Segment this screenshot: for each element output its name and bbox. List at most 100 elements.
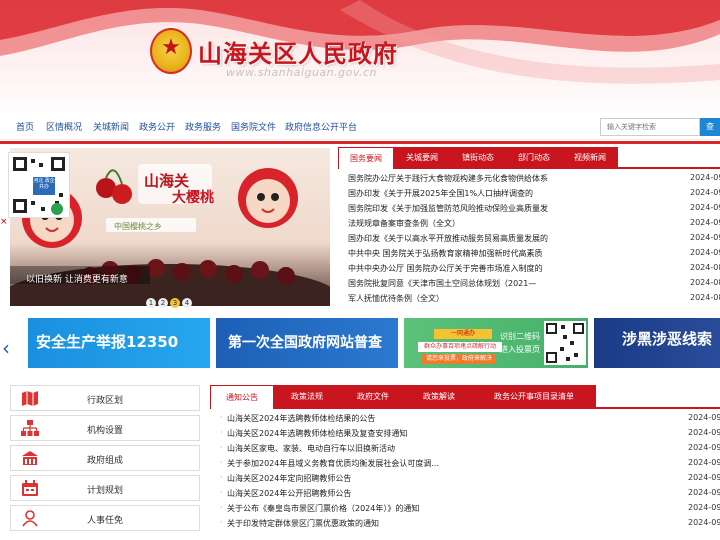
- qr-close-icon[interactable]: ×: [0, 217, 8, 227]
- tab-city-news[interactable]: 关城要闻: [394, 147, 450, 169]
- news-title[interactable]: 国务院办公厅关于践行大食物观构建多元化食物供给体系: [348, 173, 578, 184]
- news-date: 2024-09: [690, 173, 720, 182]
- page: 山海关区人民政府 www.shanhaiguan.gov.cn 首页 区情概况 …: [0, 0, 720, 540]
- notice-title[interactable]: 关于公布《秦皇岛市景区门票价格（2024年）》的通知: [227, 503, 607, 514]
- tab-policy-interpretation[interactable]: 政策解读: [406, 385, 472, 409]
- news-row[interactable]: 国务院办公厅关于践行大食物观构建多元化食物供给体系 2024-09: [348, 173, 720, 188]
- slide-dot[interactable]: 2: [158, 298, 168, 308]
- slide-dot[interactable]: 1: [146, 298, 156, 308]
- notice-row[interactable]: · 山海关区2024年选聘教师体检结果及复查安排通知 2024-09-: [220, 428, 720, 443]
- notice-row[interactable]: · 山海关区家电、家装、电动自行车以旧换新活动 2024-09-: [220, 443, 720, 458]
- main-nav: 首页 区情概况 关城新闻 政务公开 政务服务 国务院文件 政府信息公开平台 查: [0, 114, 720, 140]
- slide-text-3: 中国樱桃之乡: [114, 221, 162, 231]
- notice-title[interactable]: 山海关区2024年选聘教师体检结果及复查安排通知: [227, 428, 607, 439]
- news-date: 2024-09: [690, 218, 720, 227]
- news-date: 2024-09: [690, 188, 720, 197]
- promo-safety-report[interactable]: 安全生产举报12350: [28, 318, 210, 368]
- notice-date: 2024-09-: [688, 458, 720, 467]
- news-title[interactable]: 中共中央办公厅 国务院办公厅关于完善市场准入制度的: [348, 263, 578, 274]
- promo-voting[interactable]: 一网通办 群众办事百项堵点疏解行动 请您来投票，政府来解决 识别二维码 进入投票…: [404, 318, 588, 368]
- nav-item-home[interactable]: 首页: [16, 120, 34, 133]
- bullet-icon: ·: [220, 458, 223, 467]
- news-title[interactable]: 军人抚恤优待条例（全文）: [348, 293, 578, 304]
- news-title[interactable]: 国务院印发《关于加强监管防范风险推动保险业高质量发: [348, 203, 578, 214]
- promo-anti-gang-clues[interactable]: 涉黑涉恶线索: [594, 318, 720, 368]
- header-banner: 山海关区人民政府 www.shanhaiguan.gov.cn: [0, 0, 720, 114]
- notice-title[interactable]: 山海关区2024年公开招聘教师公告: [227, 488, 607, 499]
- notice-row[interactable]: · 山海关区2024年定向招聘教师公告 2024-09-: [220, 473, 720, 488]
- carousel-prev-arrow-icon[interactable]: ‹: [2, 336, 10, 360]
- qr-badge: 河北 政企共办: [33, 177, 55, 195]
- search-input[interactable]: [600, 118, 700, 136]
- nav-item-state-council-docs[interactable]: 国务院文件: [231, 120, 276, 133]
- news-title[interactable]: 国办印发《关于开展2025年全国1%人口抽样调查的: [348, 188, 578, 199]
- news-row[interactable]: 中共中央办公厅 国务院办公厅关于完善市场准入制度的 2024-08: [348, 263, 720, 278]
- sidebar-item-label: 行政区划: [86, 396, 123, 406]
- sidebar-item-label: 计划规划: [86, 486, 123, 496]
- news-title[interactable]: 中共中央 国务院关于弘扬教育家精神加强新时代高素质: [348, 248, 578, 259]
- sidebar-item-plans[interactable]: 计划规划: [10, 475, 200, 501]
- news-title[interactable]: 国务院批复同意《天津市国土空间总体规划（2021—: [348, 278, 578, 289]
- news-tabs: 国务要闻 关城要闻 镇街动态 部门动态 视频新闻: [338, 147, 720, 169]
- nav-item-overview[interactable]: 区情概况: [46, 120, 82, 133]
- news-date: 2024-08: [690, 278, 720, 287]
- news-title[interactable]: 国办印发《关于以高水平开放推动服务贸易高质量发展的: [348, 233, 578, 244]
- sidebar-item-label: 人事任免: [86, 516, 123, 526]
- nav-item-open-affairs[interactable]: 政务公开: [139, 120, 175, 133]
- sidebar-item-government-composition[interactable]: 政府组成: [10, 445, 200, 471]
- nav-item-services[interactable]: 政务服务: [185, 120, 221, 133]
- promo-qr-code-icon: [544, 321, 586, 365]
- notice-row[interactable]: · 关于参加2024年县域义务教育优质均衡发展社会认可度调... 2024-09-: [220, 458, 720, 473]
- bullet-icon: ·: [220, 473, 223, 482]
- news-row[interactable]: 国务院印发《关于加强监管防范风险推动保险业高质量发 2024-09: [348, 203, 720, 218]
- slide-dot[interactable]: 4: [182, 298, 192, 308]
- notice-title[interactable]: 山海关区家电、家装、电动自行车以旧换新活动: [227, 443, 607, 454]
- promo-voting-qr-text: 识别二维码 进入投票页: [500, 332, 540, 354]
- sidebar-item-administrative-divisions[interactable]: 行政区划: [10, 385, 200, 411]
- notice-row[interactable]: · 关于公布《秦皇岛市景区门票价格（2024年）》的通知 2024-09-: [220, 503, 720, 518]
- promo-voting-line1: 群众办事百项堵点疏解行动: [418, 342, 502, 352]
- search-button[interactable]: 查: [700, 118, 720, 136]
- news-row[interactable]: 中共中央 国务院关于弘扬教育家精神加强新时代高素质 2024-09: [348, 248, 720, 263]
- news-title[interactable]: 法规规章备案审查条例（全文）: [348, 218, 578, 229]
- floating-qr-widget[interactable]: 河北 政企共办: [8, 152, 70, 218]
- tab-regulations[interactable]: 政策法规: [274, 385, 340, 409]
- notice-title[interactable]: 关于印发特定群体景区门票优惠政策的通知: [227, 518, 607, 529]
- notice-date: 2024-09-: [688, 473, 720, 482]
- sidebar-item-institutions[interactable]: 机构设置: [10, 415, 200, 441]
- nav-item-info-platform[interactable]: 政府信息公开平台: [285, 120, 357, 133]
- sidebar-item-personnel[interactable]: 人事任免: [10, 505, 200, 531]
- nav-divider: [0, 141, 720, 144]
- tab-state-news[interactable]: 国务要闻: [338, 147, 394, 169]
- notice-date: 2024-09-: [688, 443, 720, 452]
- tab-dept-news[interactable]: 部门动态: [506, 147, 562, 169]
- promo-website-census[interactable]: 第一次全国政府网站普查: [216, 318, 398, 368]
- tab-video-news[interactable]: 视频新闻: [562, 147, 618, 169]
- notice-title[interactable]: 关于参加2024年县域义务教育优质均衡发展社会认可度调...: [227, 458, 607, 469]
- slide-pagination: 1234: [146, 290, 194, 309]
- news-row[interactable]: 国务院批复同意《天津市国土空间总体规划（2021— 2024-08: [348, 278, 720, 293]
- tab-disclosure-catalog[interactable]: 政务公开事项目录清单: [472, 385, 596, 409]
- sidebar-item-label: 机构设置: [86, 426, 123, 436]
- tab-gov-documents[interactable]: 政府文件: [340, 385, 406, 409]
- notice-title[interactable]: 山海关区2024年定向招聘教师公告: [227, 473, 607, 484]
- tab-town-news[interactable]: 镇街动态: [450, 147, 506, 169]
- news-row[interactable]: 国办印发《关于以高水平开放推动服务贸易高质量发展的 2024-09: [348, 233, 720, 248]
- nav-item-city-news[interactable]: 关城新闻: [93, 120, 129, 133]
- notice-date: 2024-09-: [688, 488, 720, 497]
- notice-row[interactable]: · 山海关区2024年公开招聘教师公告 2024-09-: [220, 488, 720, 503]
- news-row[interactable]: 国办印发《关于开展2025年全国1%人口抽样调查的 2024-09: [348, 188, 720, 203]
- site-title: 山海关区人民政府: [198, 40, 398, 68]
- news-row[interactable]: 法规规章备案审查条例（全文） 2024-09: [348, 218, 720, 233]
- bullet-icon: ·: [220, 443, 223, 452]
- news-date: 2024-08: [690, 263, 720, 272]
- news-date: 2024-08: [690, 293, 720, 302]
- promo-safety-report-label: 安全生产举报12350: [36, 333, 179, 351]
- notice-title[interactable]: 山海关区2024年选聘教师体检结果的公告: [227, 413, 607, 424]
- notice-row[interactable]: · 关于印发特定群体景区门票优惠政策的通知 2024-09-: [220, 518, 720, 533]
- news-row[interactable]: 军人抚恤优待条例（全文） 2024-08: [348, 293, 720, 308]
- site-url-watermark: www.shanhaiguan.gov.cn: [226, 66, 377, 79]
- slide-dot-active[interactable]: 3: [170, 298, 180, 308]
- tab-notices[interactable]: 通知公告: [210, 385, 274, 409]
- notice-row[interactable]: · 山海关区2024年选聘教师体检结果的公告 2024-09-: [220, 413, 720, 428]
